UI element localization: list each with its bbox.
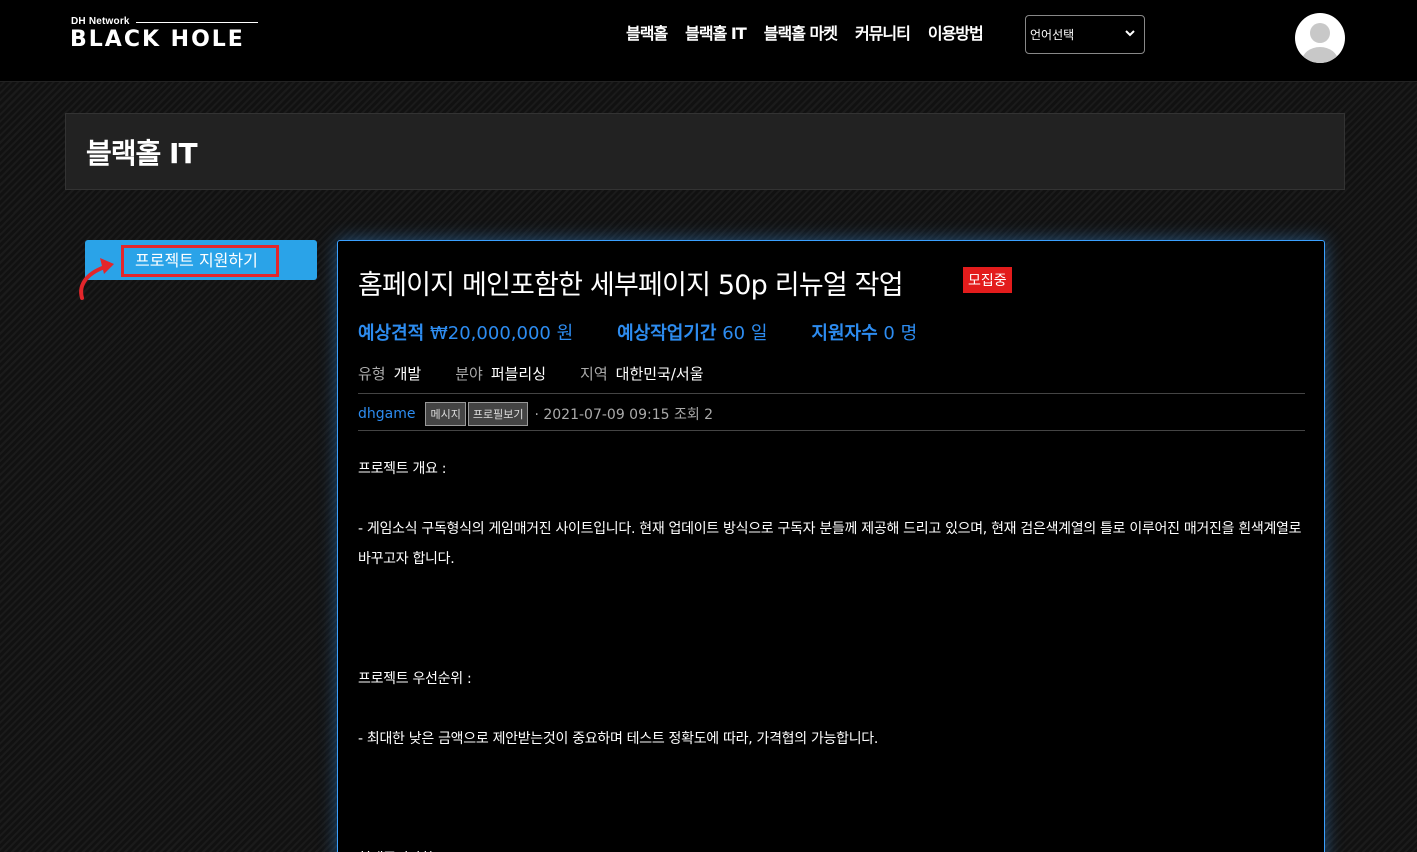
status-badge: 모집중 (963, 267, 1012, 293)
nav-item-blackhole-it[interactable]: 블랙홀 IT (685, 20, 747, 44)
body-line: - 게임소식 구독형식의 게임매거진 사이트입니다. 현재 업데이트 방식으로 … (358, 521, 1302, 567)
stat-value: 60 일 (722, 323, 768, 344)
language-select[interactable]: 언어선택 (1025, 15, 1145, 54)
body-line: 프로젝트 우선순위 : (358, 671, 472, 687)
meta-value-field: 퍼블리싱 (490, 365, 547, 383)
project-meta: 유형 개발 분야 퍼블리싱 지역 대한민국/서울 (358, 363, 738, 384)
stat-value: ₩20,000,000 원 (429, 323, 574, 344)
body-line: 현재준비사항 : (358, 844, 1303, 852)
site-logo[interactable]: DH Network BLACK HOLE (70, 16, 260, 56)
pointer-arrow-icon (79, 258, 114, 300)
meta-value-region: 대한민국/서울 (615, 365, 704, 383)
author-row: dhgame 메시지 프로필보기 · 2021-07-09 09:15 조회 2 (358, 401, 713, 427)
stat-label: 예상견적 (358, 323, 425, 344)
project-stats: 예상견적 ₩20,000,000 원 예상작업기간 60 일 지원자수 0 명 (358, 319, 961, 345)
body-line (358, 754, 1303, 784)
logo-main-text: BLACK HOLE (70, 27, 245, 52)
stat-label: 예상작업기간 (617, 323, 717, 344)
message-button[interactable]: 메시지 (425, 402, 466, 426)
main-nav: 블랙홀 블랙홀 IT 블랙홀 마켓 커뮤니티 이용방법 (626, 20, 1001, 44)
nav-item-market[interactable]: 블랙홀 마켓 (764, 20, 838, 44)
language-select-value: 언어선택 (1030, 28, 1075, 42)
stat-estimate: 예상견적 ₩20,000,000 원 (358, 319, 573, 345)
body-line (358, 574, 1303, 604)
nav-item-howto[interactable]: 이용방법 (928, 20, 984, 44)
site-header: DH Network BLACK HOLE 블랙홀 블랙홀 IT 블랙홀 마켓 … (0, 0, 1417, 82)
post-title: 홈페이지 메인포함한 세부페이지 50p 리뉴얼 작업 (358, 270, 904, 301)
body-line (358, 634, 1303, 664)
body-line (358, 484, 1303, 514)
stat-duration: 예상작업기간 60 일 (617, 319, 767, 345)
divider (358, 430, 1305, 431)
stat-label: 지원자수 (811, 323, 878, 344)
user-avatar[interactable] (1295, 13, 1345, 63)
project-detail-card: 홈페이지 메인포함한 세부페이지 50p 리뉴얼 작업 모집중 예상견적 ₩20… (337, 240, 1325, 852)
body-line (358, 694, 1303, 724)
nav-item-community[interactable]: 커뮤니티 (855, 20, 911, 44)
chevron-down-icon (1125, 30, 1135, 37)
stat-value: 0 명 (883, 323, 918, 344)
divider (358, 393, 1305, 394)
meta-value-type: 개발 (393, 365, 422, 383)
apply-project-label: 프로젝트 지원하기 (135, 251, 258, 270)
post-body: 프로젝트 개요 : - 게임소식 구독형식의 게임매거진 사이트입니다. 현재 … (358, 454, 1303, 852)
body-line (358, 784, 1303, 814)
author-link[interactable]: dhgame (358, 406, 415, 422)
page-title-bar: 블랙홀 IT (65, 113, 1345, 190)
body-line: - 최대한 낮은 금액으로 제안받는것이 중요하며 테스트 정확도에 따라, 가… (358, 731, 879, 747)
logo-divider (136, 22, 258, 23)
meta-key-field: 분야 (455, 365, 483, 383)
body-line (358, 814, 1303, 844)
page-title: 블랙홀 IT (86, 137, 198, 170)
nav-item-blackhole[interactable]: 블랙홀 (626, 20, 668, 44)
stat-applicants: 지원자수 0 명 (811, 319, 917, 345)
profile-button[interactable]: 프로필보기 (467, 402, 529, 426)
post-date-views: · 2021-07-09 09:15 조회 2 (534, 407, 714, 423)
logo-network-text: DH Network (71, 16, 130, 27)
body-line (358, 604, 1303, 634)
user-icon (1302, 23, 1338, 63)
body-line: 프로젝트 개요 : (358, 461, 447, 477)
meta-key-region: 지역 (580, 365, 608, 383)
meta-key-type: 유형 (358, 365, 386, 383)
